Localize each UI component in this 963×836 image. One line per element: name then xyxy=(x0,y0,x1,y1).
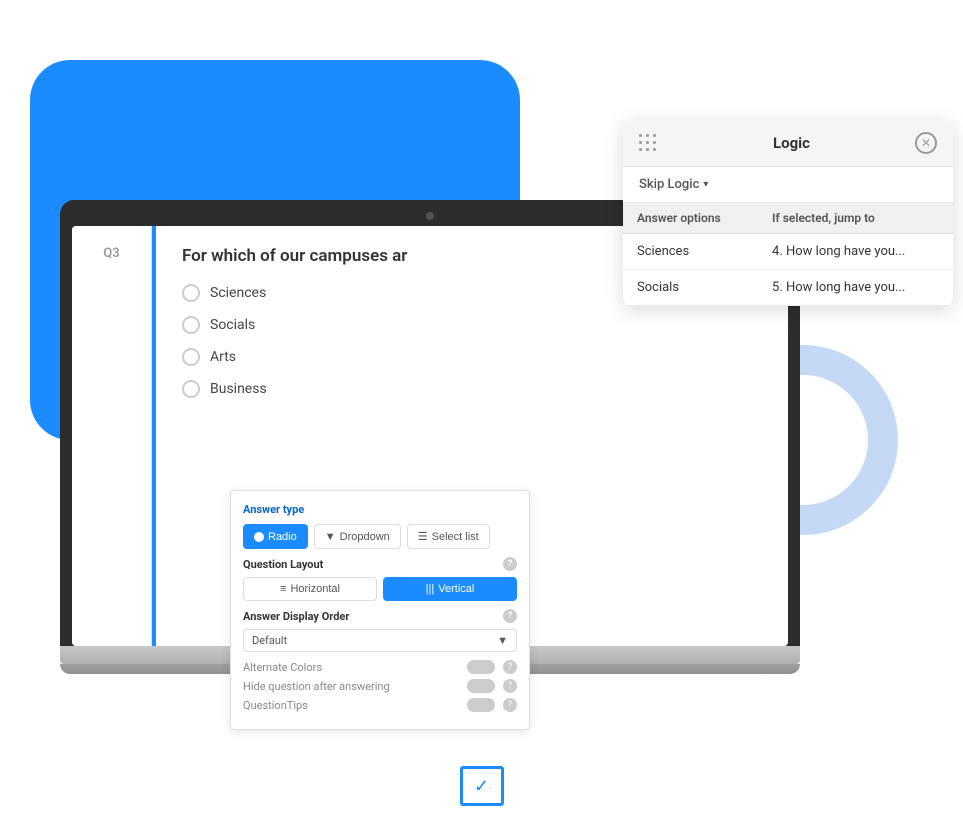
question-tips-label: QuestionTips xyxy=(243,699,308,712)
radio-sciences[interactable] xyxy=(182,284,200,302)
layout-info-icon[interactable]: ? xyxy=(503,557,517,571)
alternate-colors-toggle-row: Alternate Colors ? xyxy=(243,660,517,674)
drag-dot xyxy=(646,134,649,137)
skip-logic-row: Skip Logic ▾ xyxy=(623,167,953,203)
answer-socials: Socials xyxy=(623,270,758,306)
radio-icon xyxy=(254,532,264,542)
answer-type-buttons: Radio ▼ Dropdown ☰ Select list xyxy=(243,524,517,549)
dropdown-icon: ▼ xyxy=(325,531,336,543)
hide-question-toggle[interactable] xyxy=(467,679,495,693)
option-label-sciences: Sciences xyxy=(210,285,266,301)
option-label-socials: Socials xyxy=(210,317,255,333)
question-tips-toggle-row: QuestionTips ? xyxy=(243,698,517,712)
horizontal-icon: ≡ xyxy=(280,583,286,595)
dropdown-arrow-icon: ▼ xyxy=(497,634,508,647)
default-dropdown[interactable]: Default ▼ xyxy=(243,629,517,652)
logic-panel: Logic ✕ Skip Logic ▾ Answer options If s… xyxy=(623,120,953,306)
laptop-camera xyxy=(426,212,434,220)
display-info-icon[interactable]: ? xyxy=(503,609,517,623)
skip-logic-dropdown-icon[interactable]: ▾ xyxy=(703,179,708,190)
checkmark-icon: ✓ xyxy=(474,776,489,797)
answer-sciences: Sciences xyxy=(623,234,758,270)
horizontal-layout-button[interactable]: ≡ Horizontal xyxy=(243,577,377,601)
vertical-layout-button[interactable]: ||| Vertical xyxy=(383,577,517,601)
vertical-icon: ||| xyxy=(426,583,435,595)
radio-label: Radio xyxy=(268,531,297,543)
close-icon[interactable]: ✕ xyxy=(915,132,937,154)
table-row: Socials 5. How long have you... xyxy=(623,270,953,306)
drag-dot xyxy=(653,134,656,137)
answer-display-section: Answer Display Order ? xyxy=(243,609,517,623)
hide-question-label: Hide question after answering xyxy=(243,680,390,693)
option-label-business: Business xyxy=(210,381,267,397)
bottom-checkmark-area: ✓ xyxy=(460,766,504,806)
horizontal-label: Horizontal xyxy=(290,583,340,595)
default-label: Default xyxy=(252,634,287,647)
question-layout-title: Question Layout xyxy=(243,558,323,571)
drag-dot xyxy=(646,148,649,151)
skip-logic-label: Skip Logic xyxy=(639,177,699,192)
drag-dot xyxy=(653,148,656,151)
option-label-arts: Arts xyxy=(210,349,236,365)
answer-type-panel: Answer type Radio ▼ Dropdown ☰ Select li… xyxy=(230,490,530,730)
dropdown-button[interactable]: ▼ Dropdown xyxy=(314,524,401,549)
logic-header: Logic ✕ xyxy=(623,120,953,167)
drag-dot xyxy=(639,148,642,151)
hide-question-toggle-row: Hide question after answering ? xyxy=(243,679,517,693)
drag-dot xyxy=(639,134,642,137)
survey-sidebar: Q3 xyxy=(72,226,152,646)
question-tips-toggle[interactable] xyxy=(467,698,495,712)
select-list-label: Select list xyxy=(432,531,479,543)
alternate-colors-label: Alternate Colors xyxy=(243,661,322,674)
table-header-answers: Answer options xyxy=(623,203,758,234)
left-accent xyxy=(152,226,156,646)
radio-arts[interactable] xyxy=(182,348,200,366)
question-layout-section: Question Layout ? xyxy=(243,557,517,571)
alternate-colors-info-icon[interactable]: ? xyxy=(503,660,517,674)
question-label: Q3 xyxy=(103,246,119,261)
logic-title: Logic xyxy=(668,134,915,152)
table-header-jump: If selected, jump to xyxy=(758,203,953,234)
drag-dot xyxy=(639,141,642,144)
jump-sciences: 4. How long have you... xyxy=(758,234,953,270)
drag-handle[interactable] xyxy=(639,134,658,153)
layout-buttons: ≡ Horizontal ||| Vertical xyxy=(243,577,517,601)
select-list-icon: ☰ xyxy=(418,530,428,543)
alternate-colors-toggle[interactable] xyxy=(467,660,495,674)
answer-display-title: Answer Display Order xyxy=(243,610,349,623)
survey-option-socials[interactable]: Socials xyxy=(182,316,768,334)
answer-type-title: Answer type xyxy=(243,503,517,516)
radio-business[interactable] xyxy=(182,380,200,398)
question-tips-info-icon[interactable]: ? xyxy=(503,698,517,712)
logic-table: Answer options If selected, jump to Scie… xyxy=(623,203,953,306)
table-row: Sciences 4. How long have you... xyxy=(623,234,953,270)
jump-socials: 5. How long have you... xyxy=(758,270,953,306)
radio-button[interactable]: Radio xyxy=(243,524,308,549)
dropdown-label: Dropdown xyxy=(340,531,390,543)
select-list-button[interactable]: ☰ Select list xyxy=(407,524,490,549)
hide-question-info-icon[interactable]: ? xyxy=(503,679,517,693)
checkmark-box: ✓ xyxy=(460,766,504,806)
survey-option-arts[interactable]: Arts xyxy=(182,348,768,366)
drag-dot xyxy=(653,141,656,144)
vertical-label: Vertical xyxy=(438,583,474,595)
drag-dot xyxy=(646,141,649,144)
radio-socials[interactable] xyxy=(182,316,200,334)
survey-option-business[interactable]: Business xyxy=(182,380,768,398)
